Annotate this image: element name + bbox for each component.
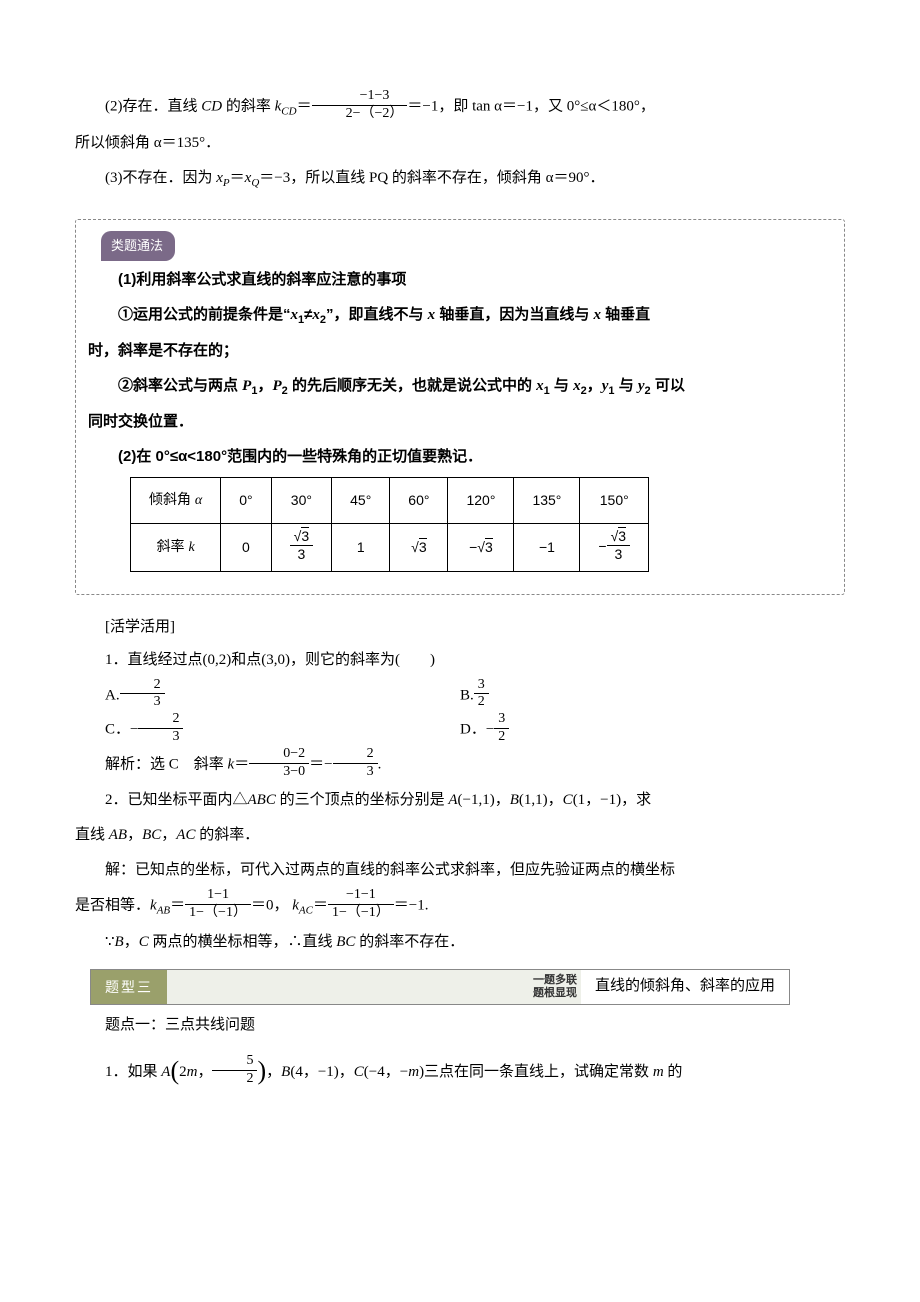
option-c: C．−23 (75, 713, 460, 748)
solution-2a: 解：已知点的坐标，可代入过两点的直线的斜率公式求斜率，但应先验证两点的横坐标 (75, 854, 845, 887)
fraction: −1−32−（−2） (312, 88, 408, 123)
question-3: 1．如果 A(2m，52)，B(4，−1)，C(−4，−m)三点在同一条直线上，… (75, 1044, 845, 1101)
question-2-line2: 直线 AB，BC，AC 的斜率． (75, 819, 845, 852)
method-heading-1: (1)利用斜率公式求直线的斜率应注意的事项 (88, 263, 832, 296)
solution-part-2-line2: 所以倾斜角 α＝135°． (75, 127, 845, 160)
question-1: 1．直线经过点(0,2)和点(3,0)，则它的斜率为( ) (75, 644, 845, 677)
method-heading-2: (2)在 0°≤α<180°范围内的一些特殊角的正切值要熟记． (88, 440, 832, 473)
topic-1: 题点一：三点共线问题 (75, 1009, 845, 1042)
method-item-1b: 时，斜率是不存在的； (88, 334, 832, 367)
options-row-2: C．−23 D．−32 (75, 713, 845, 748)
option-b: B.32 (460, 679, 845, 714)
table-row: 斜率 k 0 √33 1 √3 −√3 −1 −√33 (131, 523, 649, 571)
var-cd: CD (201, 99, 222, 115)
type-label: 题型三 (91, 970, 167, 1004)
option-a: A.23 (75, 679, 460, 714)
type-title: 直线的倾斜角、斜率的应用 (581, 970, 789, 1004)
solution-part-2: (2)存在．直线 CD 的斜率 kCD＝−1−32−（−2）＝−1，即 tan … (75, 90, 845, 125)
angle-table: 倾斜角 α 0° 30° 45° 60° 120° 135° 150° 斜率 k… (130, 477, 649, 571)
th-label: 倾斜角 α (131, 478, 221, 524)
table-row: 倾斜角 α 0° 30° 45° 60° 120° 135° 150° (131, 478, 649, 524)
solution-2b: 是否相等．kAB＝1−11−（−1）＝0， kAC＝−1−11−（−1）＝−1. (75, 889, 845, 924)
question-2: 2．已知坐标平面内△ABC 的三个顶点的坐标分别是 A(−1,1)，B(1,1)… (75, 784, 845, 817)
type-banner: 题型三 一题多联题根显现 直线的倾斜角、斜率的应用 (90, 969, 790, 1005)
method-item-1: ①运用公式的前提条件是“x1≠x2”，即直线不与 x 轴垂直，因为当直线与 x … (88, 298, 832, 332)
solution-1: 解析：选 C 斜率 k＝0−23−0＝−23. (75, 748, 845, 783)
solution-2c: ∵B，C 两点的横坐标相等，∴直线 BC 的斜率不存在． (75, 926, 845, 959)
type-mid: 一题多联题根显现 (167, 970, 581, 1004)
practice-heading: [活学活用] (75, 611, 845, 644)
tr-label: 斜率 k (131, 523, 221, 571)
method-item-2: ②斜率公式与两点 P1，P2 的先后顺序无关，也就是说公式中的 x1 与 x2，… (88, 369, 832, 403)
options-row-1: A.23 B.32 (75, 679, 845, 714)
method-pill: 类题通法 (101, 231, 175, 262)
solution-part-3: (3)不存在．因为 xP＝xQ＝−3，所以直线 PQ 的斜率不存在，倾斜角 α＝… (75, 162, 845, 195)
option-d: D．−32 (460, 713, 845, 748)
method-item-2b: 同时交换位置． (88, 405, 832, 438)
method-box: 类题通法 (1)利用斜率公式求直线的斜率应注意的事项 ①运用公式的前提条件是“x… (75, 219, 845, 595)
